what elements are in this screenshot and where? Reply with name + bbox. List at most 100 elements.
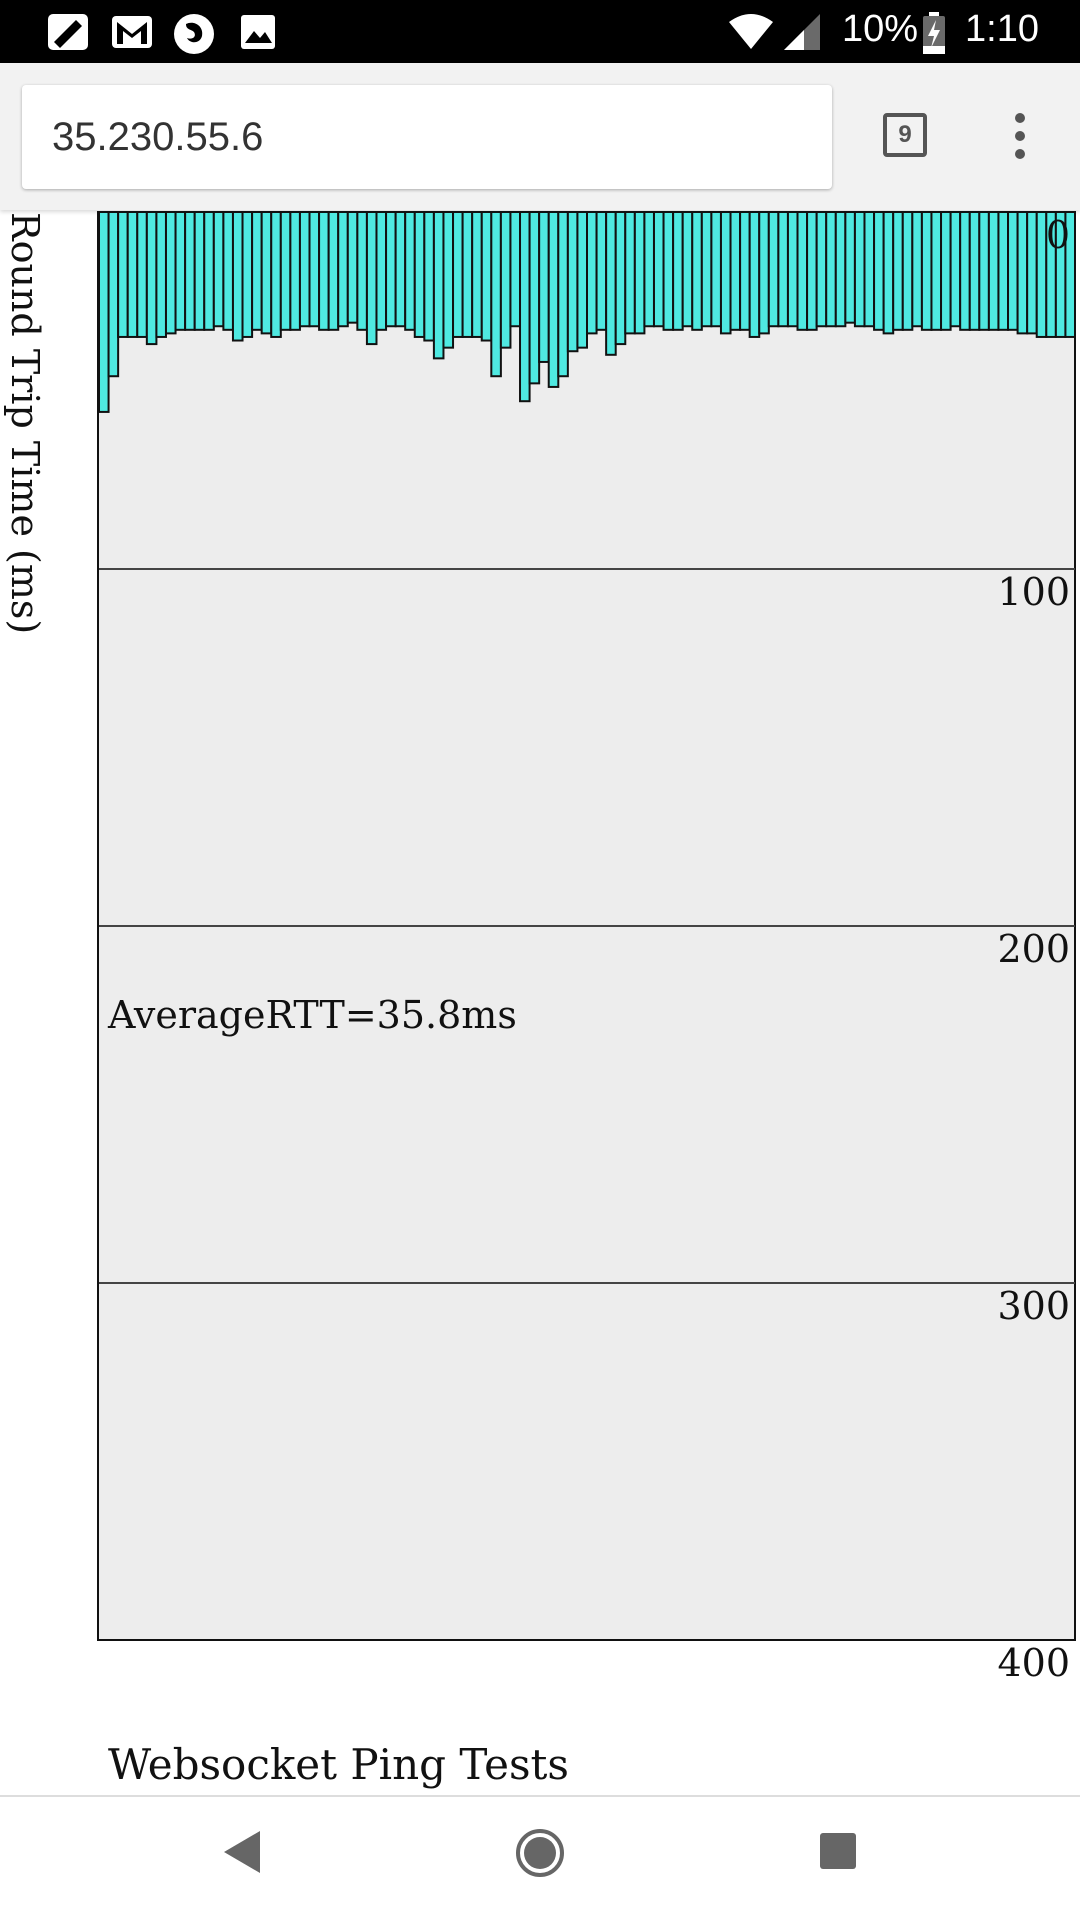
rtt-bar xyxy=(404,211,416,331)
rtt-bar xyxy=(652,211,665,328)
url-text[interactable]: 35.230.55.6 xyxy=(52,115,263,160)
rtt-bar xyxy=(920,211,933,331)
rtt-bar xyxy=(107,211,120,378)
page-heading: Websocket Ping Tests xyxy=(108,1740,569,1789)
rtt-bar xyxy=(700,211,713,328)
rtt-bar xyxy=(815,211,828,328)
rtt-bar xyxy=(978,211,990,331)
rtt-bar xyxy=(882,211,895,335)
rtt-bar xyxy=(145,211,158,346)
rtt-bar xyxy=(605,211,617,356)
rtt-bar xyxy=(222,211,234,331)
rtt-bar xyxy=(308,211,321,328)
rtt-bar xyxy=(710,211,722,328)
rtt-bar xyxy=(289,211,301,331)
home-icon[interactable] xyxy=(514,1827,566,1879)
rtt-bar xyxy=(557,211,569,378)
rtt-bar xyxy=(117,211,129,338)
rtt-bar xyxy=(796,211,809,331)
rtt-bar xyxy=(509,211,522,328)
rtt-bar xyxy=(385,211,397,328)
y-axis-label: Round Trip Time (ms) xyxy=(3,212,47,634)
system-nav-bar xyxy=(0,1795,1080,1922)
rtt-bar xyxy=(1026,211,1038,335)
battery-charging-icon xyxy=(923,12,945,54)
back-icon[interactable] xyxy=(220,1827,264,1877)
rtt-bar xyxy=(174,211,187,331)
more-vert-icon[interactable] xyxy=(1000,111,1040,161)
rtt-bar xyxy=(691,211,703,331)
rtt-bar xyxy=(576,211,588,349)
rtt-bar xyxy=(566,211,579,353)
rtt-bar xyxy=(681,211,694,328)
rtt-bar xyxy=(777,211,789,328)
rtt-bar xyxy=(758,211,770,335)
browser-toolbar: 35.230.55.6 9 xyxy=(0,63,1080,210)
rtt-bar xyxy=(901,211,914,331)
rtt-bar xyxy=(461,211,474,338)
rtt-bar xyxy=(394,211,407,328)
rtt-bar xyxy=(337,211,349,328)
firefox-icon xyxy=(174,14,214,54)
rtt-bar xyxy=(834,211,847,328)
clock: 1:10 xyxy=(965,8,1039,50)
rtt-bar xyxy=(251,211,263,331)
y-tick-label: 100 xyxy=(997,570,1070,614)
rtt-bar xyxy=(279,211,292,331)
rtt-bar xyxy=(892,211,904,331)
rtt-bar xyxy=(997,211,1010,331)
rtt-bar xyxy=(633,211,646,335)
rtt-bar xyxy=(930,211,943,331)
rtt-bar xyxy=(365,211,378,346)
address-bar[interactable]: 35.230.55.6 xyxy=(22,85,832,189)
rtt-bar xyxy=(767,211,780,328)
image-icon xyxy=(241,15,275,49)
rtt-bar xyxy=(968,211,981,331)
rtt-bar xyxy=(423,211,435,342)
rtt-chart: 0 100 200 300 400 Round Trip Time (ms) Avera… xyxy=(3,211,1077,1685)
wifi-icon xyxy=(729,14,773,49)
rtt-bar xyxy=(164,211,177,335)
rtt-bar xyxy=(624,211,636,335)
rtt-bar xyxy=(987,211,1000,331)
rtt-bar xyxy=(844,211,856,324)
rtt-bar xyxy=(98,211,110,413)
average-rtt-label: AverageRTT=35.8ms xyxy=(107,993,517,1037)
rtt-bar xyxy=(375,211,388,331)
rtt-bar xyxy=(203,211,215,331)
rtt-bar xyxy=(327,211,340,331)
gmail-icon xyxy=(112,16,152,48)
rtt-bar xyxy=(729,211,742,331)
rtt-bar xyxy=(490,211,502,378)
rtt-bar xyxy=(586,211,598,335)
rtt-bar xyxy=(452,211,464,338)
rtt-bar xyxy=(231,211,244,342)
rtt-bar xyxy=(136,211,148,338)
rtt-bar xyxy=(528,211,541,385)
recents-icon[interactable] xyxy=(818,1831,858,1871)
rtt-bar xyxy=(356,211,368,331)
rtt-bar xyxy=(346,211,359,324)
rtt-bar xyxy=(480,211,493,342)
rtt-bar xyxy=(825,211,837,328)
rtt-bar xyxy=(432,211,445,360)
rtt-bar xyxy=(662,211,675,331)
y-tick-label: 200 xyxy=(997,927,1070,971)
page-content: 0 100 200 300 400 Round Trip Time (ms) Avera… xyxy=(0,210,1080,1795)
notification-icon xyxy=(48,14,88,50)
rtt-bar xyxy=(413,211,426,338)
rtt-bar xyxy=(1007,211,1019,331)
rtt-bar xyxy=(270,211,282,338)
rtt-bar xyxy=(519,211,531,403)
rtt-bar xyxy=(672,211,684,331)
rtt-bar xyxy=(614,211,627,346)
y-tick-label: 0 xyxy=(1046,213,1070,257)
tab-switcher-button[interactable]: 9 xyxy=(883,113,927,157)
rtt-bar xyxy=(184,211,196,331)
rtt-bar xyxy=(719,211,732,335)
rtt-bar xyxy=(853,211,866,328)
battery-percent: 10% xyxy=(842,8,919,50)
rtt-bar xyxy=(786,211,799,328)
rtt-bar xyxy=(739,211,751,331)
y-tick-label: 400 xyxy=(997,1641,1070,1685)
